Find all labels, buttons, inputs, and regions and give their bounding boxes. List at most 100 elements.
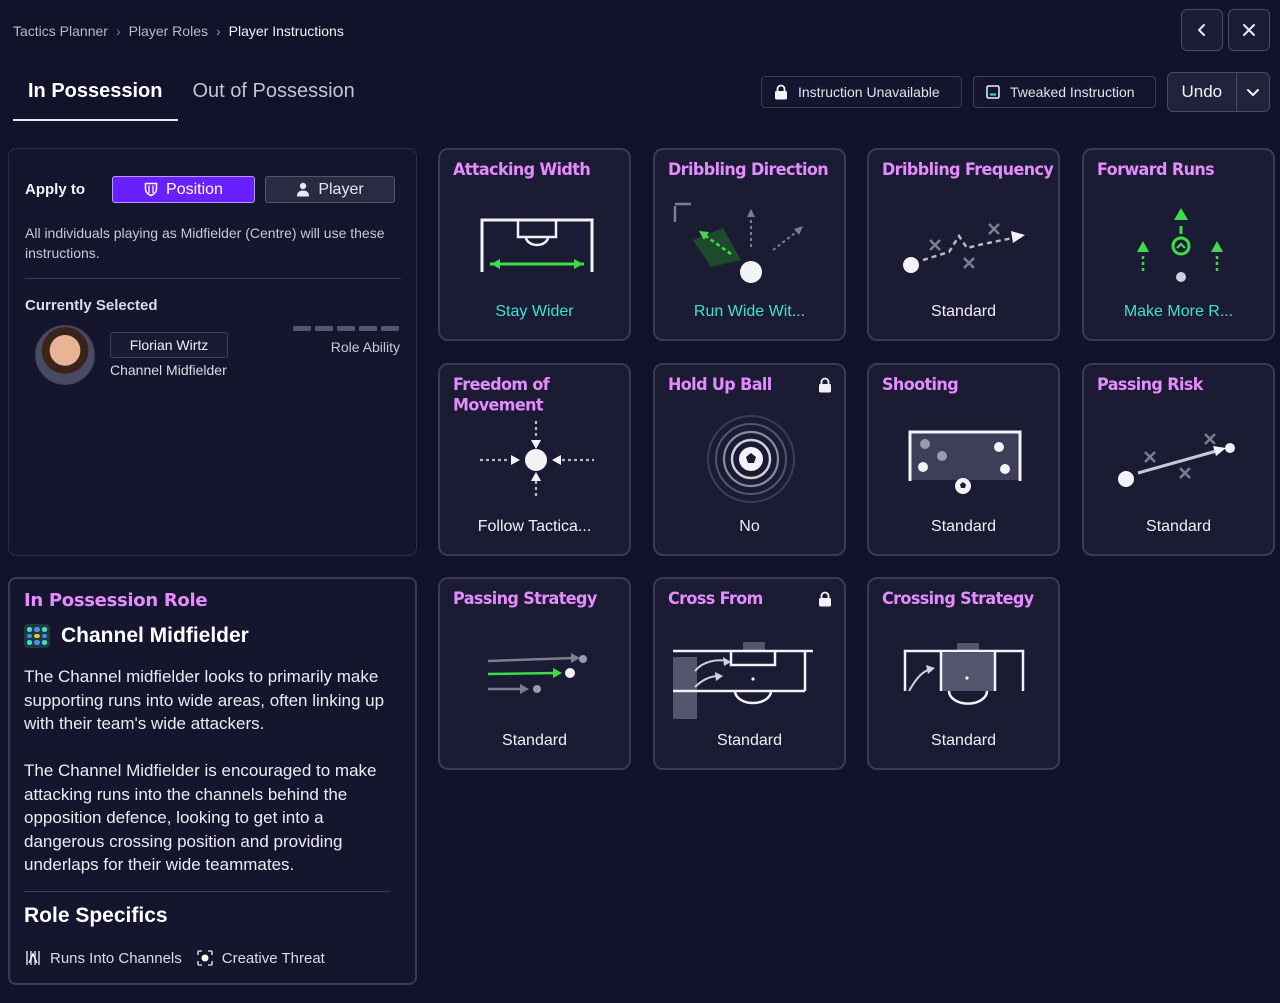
instruction-card-dribbling-direction[interactable]: Dribbling Direction Run Wide Wit... (653, 148, 846, 341)
close-button[interactable] (1228, 9, 1270, 51)
instruction-title: Passing Strategy (453, 588, 597, 609)
apply-player-toggle[interactable]: Player (265, 176, 395, 203)
apply-description: All individuals playing as Midfielder (C… (25, 225, 385, 261)
apply-panel: Apply to Position Player All individuals… (8, 148, 417, 556)
instruction-title: Crossing Strategy (882, 588, 1034, 609)
freedom-of-movement-icon (480, 421, 594, 499)
dribble-direction-icon (673, 202, 803, 283)
role-header: Channel Midfielder (24, 624, 249, 648)
role-description-2: The Channel Midfielder is encouraged to … (24, 761, 377, 874)
currently-selected-title: Currently Selected (25, 297, 158, 314)
role-panel-heading: In Possession Role (24, 590, 208, 611)
chevron-right-icon: › (215, 23, 221, 39)
instruction-title: Hold Up Ball (668, 374, 772, 395)
lock-icon (819, 377, 831, 393)
shield-icon (144, 182, 158, 197)
instruction-value: Standard (931, 732, 996, 749)
role-name: Channel Midfielder (61, 624, 249, 647)
lock-icon (819, 591, 831, 607)
chevron-down-icon (1246, 89, 1259, 96)
instruction-value: Standard (931, 303, 996, 320)
apply-to-label: Apply to (25, 181, 85, 198)
role-ability-bars (293, 326, 399, 331)
instruction-card-passing-strategy[interactable]: Passing Strategy Standard (438, 577, 631, 770)
forward-runs-icon (1137, 208, 1223, 282)
breadcrumb-player-instructions: Player Instructions (228, 23, 344, 39)
instruction-title: Cross From (668, 588, 763, 609)
possession-tabs: In Possession Out of Possession (13, 64, 370, 121)
legend-instruction-unavailable: Instruction Unavailable (761, 76, 962, 108)
undo-dropdown-button[interactable] (1235, 73, 1269, 111)
chevron-right-icon: › (115, 23, 121, 39)
tab-out-of-possession[interactable]: Out of Possession (178, 64, 370, 121)
role-specific-item: Creative Threat (196, 949, 325, 967)
instruction-card-crossing-strategy[interactable]: Crossing Strategy Standard (867, 577, 1060, 770)
instruction-value: Standard (931, 518, 996, 535)
legend-tweaked-label: Tweaked Instruction (1010, 84, 1135, 100)
instruction-value: Make More R... (1123, 303, 1234, 320)
role-specific-label: Runs Into Channels (50, 949, 182, 967)
apply-position-toggle[interactable]: Position (112, 176, 255, 203)
passing-risk-icon (1118, 433, 1235, 487)
instruction-card-cross-from[interactable]: Cross From Standard (653, 577, 846, 770)
tab-in-possession[interactable]: In Possession (13, 64, 178, 121)
runs-into-channels-icon (26, 951, 40, 965)
close-icon (1243, 24, 1255, 36)
shooting-icon (908, 430, 1022, 494)
cross-from-icon (673, 642, 813, 719)
instruction-title: Forward Runs (1097, 159, 1215, 180)
hold-up-ball-icon (707, 415, 795, 503)
apply-player-label: Player (318, 180, 364, 198)
chevron-left-icon (1198, 24, 1205, 36)
crossing-strategy-icon (903, 643, 1025, 705)
divider (25, 278, 401, 279)
lock-icon (775, 84, 787, 100)
instruction-card-shooting[interactable]: Shooting Standard (867, 363, 1060, 556)
instruction-title: Dribbling Direction (668, 159, 829, 180)
instruction-title: Passing Risk (1097, 374, 1203, 395)
role-ability-label: Role Ability (330, 339, 400, 355)
player-name[interactable]: Florian Wirtz (110, 332, 228, 358)
instruction-value: Stay Wider (495, 303, 574, 320)
instruction-card-hold-up-ball[interactable]: Hold Up Ball No (653, 363, 846, 556)
instruction-value: No (739, 518, 760, 535)
instruction-value: Follow Tactica... (477, 518, 592, 535)
instruction-value: Standard (1146, 518, 1211, 535)
role-specifics-title: Role Specifics (24, 904, 168, 927)
player-avatar (35, 325, 95, 385)
role-specific-label: Creative Threat (221, 949, 325, 967)
divider (24, 891, 390, 892)
instruction-title: Shooting (882, 374, 959, 395)
instruction-card-freedom-of-movement[interactable]: Freedom of Movement Follow Tactica... (438, 363, 631, 556)
back-button[interactable] (1181, 9, 1223, 51)
instruction-card-passing-risk[interactable]: Passing Risk Standard (1082, 363, 1275, 556)
breadcrumb: Tactics Planner › Player Roles › Player … (13, 20, 344, 42)
legend-unavailable-label: Instruction Unavailable (798, 84, 940, 100)
role-specific-item: Runs Into Channels (24, 949, 182, 967)
creative-threat-icon (196, 950, 213, 966)
role-panel: In Possession Role Channel Midfielder Th… (8, 577, 417, 985)
person-icon (297, 182, 310, 197)
legend-tweaked-instruction: Tweaked Instruction (973, 76, 1156, 108)
apply-position-label: Position (166, 180, 223, 198)
channel-midfielder-icon (24, 624, 50, 648)
role-description-1: The Channel midfielder looks to primaril… (24, 667, 385, 733)
instruction-value: Run Wide Wit... (693, 303, 806, 320)
instruction-card-dribbling-frequency[interactable]: Dribbling Frequency Standard (867, 148, 1060, 341)
breadcrumb-tactics-planner[interactable]: Tactics Planner (13, 23, 108, 39)
instruction-card-attacking-width[interactable]: Attacking Width Stay Wider (438, 148, 631, 341)
player-role: Channel Midfielder (110, 362, 227, 378)
instruction-title: Dribbling Frequency (882, 159, 1054, 180)
passing-strategy-icon (487, 653, 587, 694)
instruction-value: Standard (502, 732, 567, 749)
undo-button[interactable]: Undo (1168, 82, 1236, 102)
undo-control: Undo (1167, 72, 1270, 112)
role-specifics-list: Runs Into Channels Creative Threat (24, 949, 325, 967)
breadcrumb-player-roles[interactable]: Player Roles (129, 23, 208, 39)
instruction-title: Attacking Width (453, 159, 591, 180)
instruction-card-forward-runs[interactable]: Forward Runs Make More R... (1082, 148, 1275, 341)
instruction-value: Standard (717, 732, 782, 749)
pitch-width-icon (480, 218, 594, 272)
tweaked-icon (986, 85, 1000, 99)
dribble-frequency-icon (903, 223, 1025, 273)
